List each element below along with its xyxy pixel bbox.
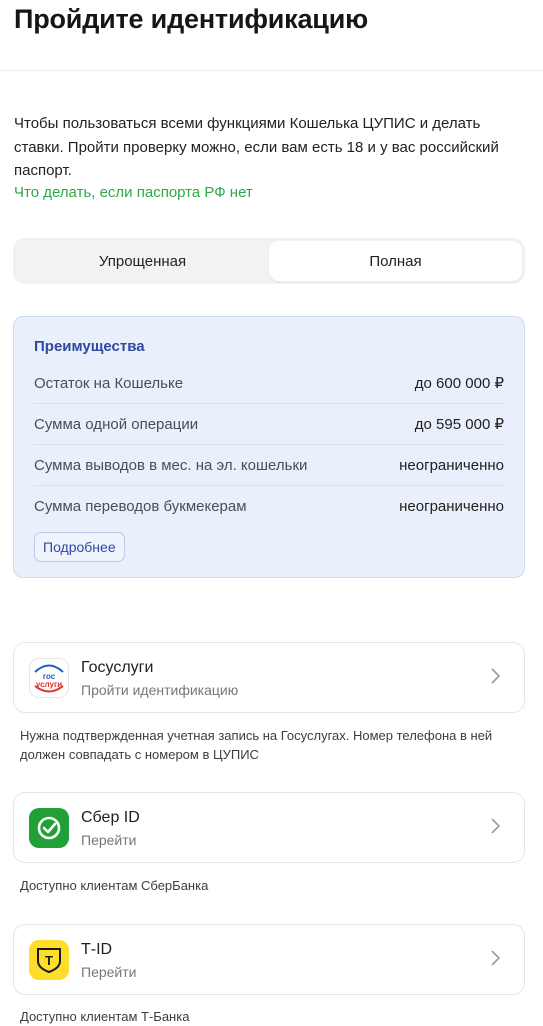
chevron-right-icon	[491, 950, 500, 966]
more-details-button[interactable]: Подробнее	[34, 532, 125, 562]
benefit-label: Сумма выводов в мес. на эл. кошельки	[34, 456, 308, 474]
tab-simplified[interactable]: Упрощенная	[16, 241, 269, 281]
benefit-label: Сумма переводов букмекерам	[34, 497, 247, 515]
benefit-row: Сумма переводов букмекерам неограниченно	[34, 486, 504, 526]
method-title: Т-ID	[81, 941, 113, 958]
sber-id-note: Доступно клиентам СберБанка	[20, 878, 209, 893]
tab-full[interactable]: Полная	[269, 241, 522, 281]
benefits-panel: Преимущества Остаток на Кошельке до 600 …	[13, 316, 525, 578]
method-subtitle: Пройти идентификацию	[81, 682, 239, 698]
intro-text: Чтобы пользоваться всеми функциями Кошел…	[14, 115, 499, 179]
benefit-label: Сумма одной операции	[34, 415, 199, 433]
method-title: Сбер ID	[81, 809, 140, 826]
no-passport-link[interactable]: Что делать, если паспорта РФ нет	[14, 184, 253, 201]
benefit-row: Сумма выводов в мес. на эл. кошельки нео…	[34, 445, 504, 486]
benefit-label: Остаток на Кошельке	[34, 374, 184, 392]
benefit-value: неограниченно	[399, 456, 504, 474]
benefit-row: Остаток на Кошельке до 600 000 ₽	[34, 363, 504, 404]
benefit-value: до 600 000 ₽	[414, 375, 504, 392]
benefit-value: до 595 000 ₽	[414, 416, 504, 433]
sber-id-method-card[interactable]: Сбер ID Перейти	[13, 792, 525, 863]
tbank-logo-icon: Т	[29, 940, 69, 980]
benefits-title: Преимущества	[34, 338, 145, 355]
method-title: Госуслуги	[81, 659, 154, 676]
tbank-logo-text: Т	[45, 953, 53, 968]
gosuslugi-logo-text-bottom: услуги	[36, 680, 62, 689]
gosuslugi-method-card[interactable]: гос услуги Госуслуги Пройти идентификаци…	[13, 642, 525, 713]
verification-type-switch: Упрощенная Полная	[13, 238, 525, 284]
gosuslugi-note: Нужна подтвержденная учетная запись на Г…	[20, 728, 493, 762]
benefit-value: неограниченно	[399, 497, 504, 515]
chevron-right-icon	[491, 818, 500, 834]
page-title: Пройдите идентификацию	[14, 4, 368, 34]
method-subtitle: Перейти	[81, 832, 137, 848]
header-divider	[0, 70, 543, 71]
t-id-note: Доступно клиентам Т-Банка	[20, 1009, 190, 1024]
gosuslugi-logo-icon: гос услуги	[29, 658, 69, 698]
t-id-method-card[interactable]: Т Т-ID Перейти	[13, 924, 525, 995]
sber-logo-icon	[29, 808, 69, 848]
benefit-row: Сумма одной операции до 595 000 ₽	[34, 404, 504, 445]
method-subtitle: Перейти	[81, 964, 137, 980]
chevron-right-icon	[491, 668, 500, 684]
